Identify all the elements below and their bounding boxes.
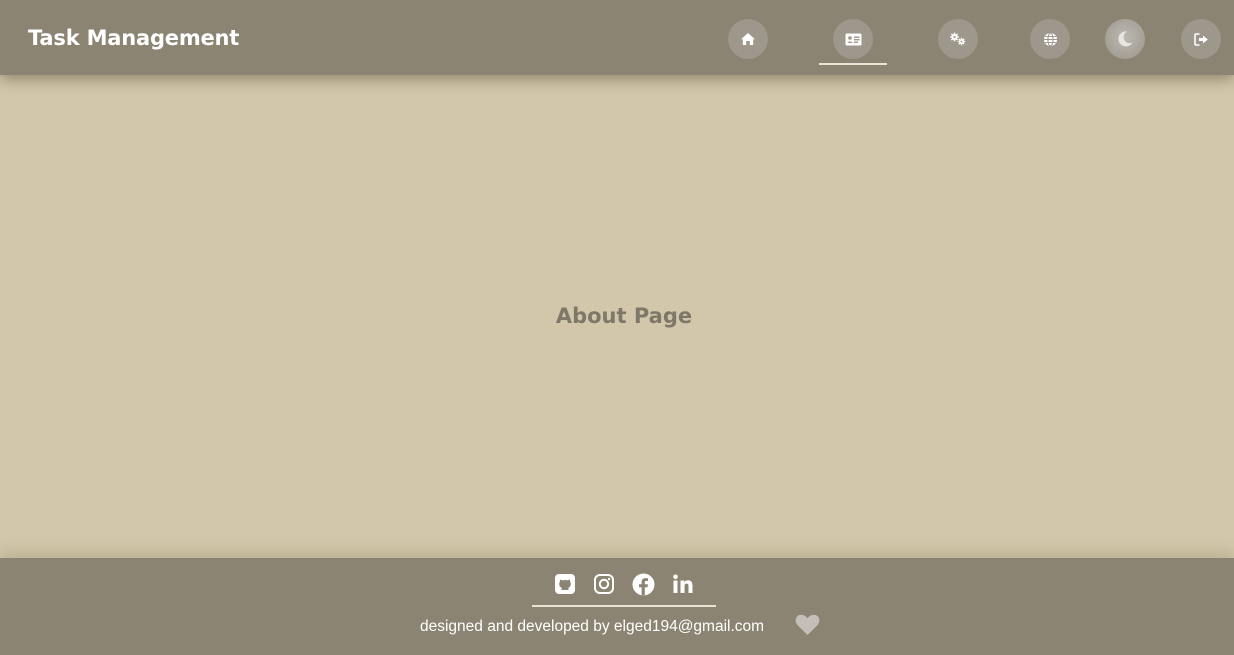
logout-icon <box>1193 32 1209 46</box>
footer-divider <box>532 605 716 607</box>
home-icon <box>740 32 756 46</box>
nav-language-button[interactable] <box>1030 19 1070 59</box>
main-content: About Page <box>0 75 1234 558</box>
gears-icon <box>949 32 967 46</box>
globe-icon <box>1043 32 1058 47</box>
footer-credit: designed and developed by elged194@gmail… <box>420 618 765 635</box>
facebook-link[interactable] <box>631 573 655 600</box>
nav-home-button[interactable] <box>728 19 768 59</box>
theme-toggle-button[interactable] <box>1105 19 1145 59</box>
linkedin-icon <box>672 573 694 599</box>
instagram-link[interactable] <box>592 574 616 598</box>
instagram-icon <box>593 573 615 599</box>
id-card-icon <box>845 33 862 46</box>
logout-button[interactable] <box>1181 19 1221 59</box>
heart-icon <box>795 614 820 640</box>
linkedin-link[interactable] <box>671 574 695 598</box>
active-nav-indicator <box>819 63 887 65</box>
github-link[interactable] <box>553 574 577 598</box>
nav-settings-button[interactable] <box>938 19 978 59</box>
page-title: About Page <box>555 304 693 328</box>
top-navbar: Task Management <box>0 0 1234 75</box>
moon-icon <box>1116 30 1134 48</box>
github-icon <box>554 573 576 599</box>
nav-about-button[interactable] <box>833 19 873 59</box>
app-title[interactable]: Task Management <box>28 26 239 50</box>
footer: designed and developed by elged194@gmail… <box>0 558 1234 655</box>
facebook-icon <box>632 573 655 600</box>
